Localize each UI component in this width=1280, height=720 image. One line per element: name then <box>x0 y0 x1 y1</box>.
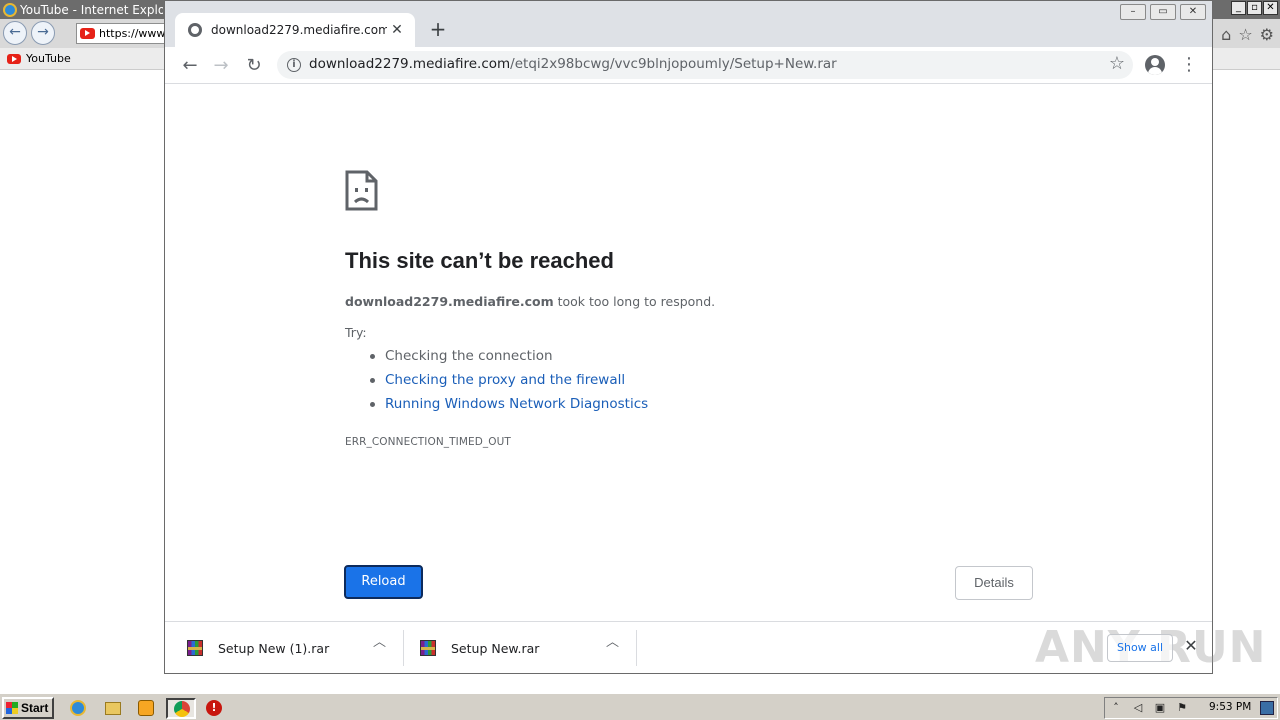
url-host: download2279.mediafire.com <box>309 56 511 72</box>
show-desktop-icon[interactable] <box>1260 701 1274 715</box>
alert-icon: ! <box>206 700 222 716</box>
download-separator <box>636 630 637 666</box>
tab-title: download2279.mediafire.com <box>211 23 387 37</box>
error-message: took too long to respond. <box>553 294 716 309</box>
ie-minimize-button[interactable]: _ <box>1231 1 1246 15</box>
action-center-flag-icon[interactable]: ⚑ <box>1175 701 1189 715</box>
reload-button[interactable]: Reload <box>344 565 423 599</box>
error-host: download2279.mediafire.com <box>345 294 554 309</box>
forward-arrow-icon[interactable]: → <box>208 53 234 79</box>
close-icon[interactable]: ✕ <box>1181 636 1201 656</box>
tab-active[interactable]: download2279.mediafire.com ✕ <box>175 13 415 47</box>
ie-back-button[interactable]: ← <box>3 21 27 45</box>
download-separator <box>403 630 404 666</box>
network-icon[interactable]: ▣ <box>1153 701 1167 715</box>
error-code: ERR_CONNECTION_TIMED_OUT <box>345 436 511 448</box>
chrome-toolbar: ← → ↻ i download2279.mediafire.com/etqi2… <box>165 47 1212 84</box>
internet-explorer-icon <box>70 700 86 716</box>
back-arrow-icon[interactable]: ← <box>177 53 203 79</box>
winrar-archive-icon <box>420 640 436 656</box>
ie-favorite-label: YouTube <box>26 52 71 65</box>
ie-close-button[interactable]: ✕ <box>1263 1 1278 15</box>
profile-avatar-icon[interactable] <box>1145 55 1165 75</box>
chevron-up-icon[interactable]: ︿ <box>373 631 386 650</box>
chrome-caption-buttons: – ▭ ✕ <box>1116 4 1206 20</box>
reload-icon[interactable]: ↻ <box>241 53 267 79</box>
new-tab-button[interactable]: + <box>427 19 449 41</box>
download-filename: Setup New.rar <box>451 640 540 656</box>
suggestion-network-diagnostics-link[interactable]: Running Windows Network Diagnostics <box>369 395 648 419</box>
start-label: Start <box>21 701 49 715</box>
chevron-up-icon[interactable]: ︿ <box>606 631 619 650</box>
download-shelf: Setup New (1).rar ︿ Setup New.rar ︿ ANY … <box>165 621 1266 673</box>
winrar-archive-icon <box>187 640 203 656</box>
taskbar-media-player-button[interactable] <box>134 698 158 719</box>
ie-favorites-icon[interactable]: ☆ <box>1238 25 1252 44</box>
url-text: download2279.mediafire.com/etqi2x98bcwg/… <box>309 56 837 72</box>
windows-logo-icon <box>6 702 18 714</box>
ie-favorite-youtube[interactable]: YouTube <box>7 52 71 65</box>
volume-icon[interactable]: ◁ <box>1131 701 1145 715</box>
ie-title: YouTube - Internet Explorer <box>3 1 163 18</box>
suggestion-check-connection: Checking the connection <box>369 347 648 371</box>
chrome-icon <box>174 701 190 717</box>
taskbar-ie-button[interactable] <box>66 698 90 719</box>
kebab-menu-icon[interactable]: ⋮ <box>1180 53 1198 79</box>
error-page: This site can’t be reached download2279.… <box>165 85 1212 621</box>
bookmark-star-icon[interactable]: ☆ <box>1109 53 1125 74</box>
chrome-restore-button[interactable]: ▭ <box>1150 4 1176 20</box>
download-item[interactable]: Setup New.rar <box>420 630 539 666</box>
ie-forward-button[interactable]: → <box>31 21 55 45</box>
media-player-icon <box>138 700 154 716</box>
error-summary: download2279.mediafire.com took too long… <box>345 294 715 309</box>
sad-page-icon <box>345 170 378 211</box>
error-title: This site can’t be reached <box>345 248 614 273</box>
ie-address-text: https://www. <box>99 27 166 40</box>
ie-title-text: YouTube - Internet Explorer <box>20 2 163 17</box>
taskbar: Start ! ˄ ◁ ▣ ⚑ 9:53 PM <box>0 692 1280 720</box>
taskbar-chrome-button[interactable] <box>166 698 196 719</box>
chrome-close-button[interactable]: ✕ <box>1180 4 1206 20</box>
show-hidden-icons-icon[interactable]: ˄ <box>1109 701 1123 715</box>
ie-home-icon[interactable]: ⌂ <box>1221 25 1231 44</box>
chrome-window: download2279.mediafire.com ✕ + – ▭ ✕ ← →… <box>164 0 1266 674</box>
taskbar-security-button[interactable]: ! <box>202 698 226 719</box>
system-tray: ˄ ◁ ▣ ⚑ 9:53 PM <box>1104 697 1278 719</box>
chrome-tab-strip: download2279.mediafire.com ✕ + – ▭ ✕ <box>165 1 1212 47</box>
youtube-favicon-icon <box>80 28 95 39</box>
url-path: /etqi2x98bcwg/vvc9blnjopoumly/Setup+New.… <box>510 56 837 72</box>
suggestion-check-proxy-link[interactable]: Checking the proxy and the firewall <box>369 371 648 395</box>
try-label: Try: <box>345 325 367 340</box>
start-button[interactable]: Start <box>2 697 54 719</box>
folder-icon <box>105 702 121 715</box>
download-filename: Setup New (1).rar <box>218 640 330 656</box>
ie-restore-button[interactable]: ▫ <box>1247 1 1262 15</box>
globe-icon <box>188 23 202 37</box>
omnibox[interactable]: i download2279.mediafire.com/etqi2x98bcw… <box>277 51 1133 79</box>
ie-address-bar[interactable]: https://www. <box>76 23 166 44</box>
download-item[interactable]: Setup New (1).rar <box>187 630 329 666</box>
show-all-button[interactable]: Show all <box>1107 634 1173 662</box>
ie-tools-icon[interactable]: ⚙ <box>1260 25 1274 44</box>
chrome-minimize-button[interactable]: – <box>1120 4 1146 20</box>
ie-toolbar-icons: ⌂ ☆ ⚙ <box>1221 25 1274 44</box>
details-button[interactable]: Details <box>955 566 1033 600</box>
suggestion-list: Checking the connection Checking the pro… <box>369 347 648 419</box>
ie-caption-buttons: _ ▫ ✕ <box>1231 1 1278 15</box>
info-icon[interactable]: i <box>287 58 301 72</box>
ie-logo-icon <box>3 2 17 17</box>
youtube-icon <box>7 53 21 64</box>
tab-close-icon[interactable]: ✕ <box>387 20 407 40</box>
clock[interactable]: 9:53 PM <box>1209 701 1251 713</box>
taskbar-explorer-button[interactable] <box>101 698 125 719</box>
